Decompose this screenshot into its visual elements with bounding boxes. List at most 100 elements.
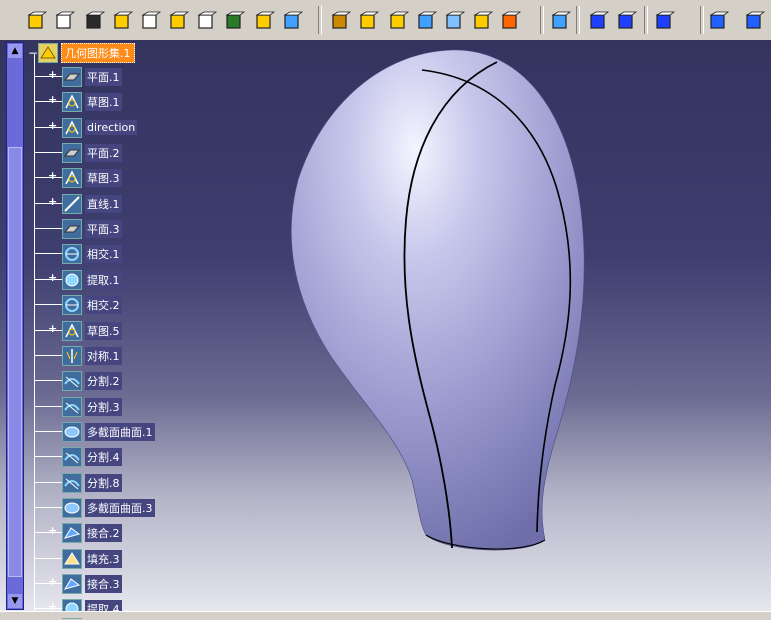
tree-node-label[interactable]: 分割.4 — [85, 448, 122, 467]
tree-node[interactable]: 分割.2 — [62, 370, 122, 392]
tree-node-label[interactable]: 对称.1 — [85, 346, 122, 365]
tree-node-label[interactable]: 提取.1 — [85, 270, 122, 289]
tree-node-label[interactable]: 平面.2 — [85, 144, 122, 163]
sweep-icon[interactable] — [166, 9, 190, 33]
expand-icon[interactable]: + — [48, 576, 57, 587]
tree-node[interactable]: 平面.1 — [62, 66, 122, 88]
tree-node[interactable]: 多截面曲面.3 — [62, 497, 155, 519]
expand-icon[interactable]: + — [48, 94, 57, 105]
tree-node-label[interactable]: 多截面曲面.3 — [85, 498, 155, 517]
tree-branch-line — [35, 228, 62, 230]
pattern-icon[interactable] — [470, 9, 494, 33]
cylinder-icon[interactable] — [82, 9, 106, 33]
split-icon — [62, 447, 82, 468]
tree-node[interactable]: 分割.4 — [62, 446, 122, 468]
tree-node[interactable]: 平面.3 — [62, 218, 122, 240]
tree-node[interactable]: direction — [62, 117, 138, 139]
point-icon[interactable] — [548, 9, 572, 33]
tree-node-label[interactable]: 接合.3 — [85, 575, 122, 593]
fillet-icon[interactable] — [442, 9, 466, 33]
fill-icon — [62, 548, 82, 569]
tree-node[interactable]: 分割.3 — [62, 396, 122, 418]
tree-node[interactable]: 草图.3 — [62, 167, 122, 189]
tree-node[interactable]: 接合.3 — [62, 573, 122, 595]
plane-icon — [62, 67, 82, 87]
tree-branch-line — [35, 354, 62, 356]
analysis-icon[interactable] — [586, 9, 610, 33]
extrude-icon[interactable] — [24, 9, 48, 33]
expand-icon[interactable]: + — [48, 601, 57, 612]
tree-node-label[interactable]: 分割.8 — [85, 473, 122, 492]
split-icon[interactable] — [328, 9, 352, 33]
scroll-thumb[interactable] — [8, 147, 22, 577]
offset-icon[interactable] — [52, 9, 76, 33]
trim-icon[interactable] — [356, 9, 380, 33]
grid-icon[interactable] — [652, 9, 676, 33]
split-icon — [62, 371, 82, 392]
tree-node[interactable]: 直线.1 — [62, 193, 122, 215]
sphere-icon[interactable] — [138, 9, 162, 33]
collapse-icon[interactable]: − — [28, 46, 38, 60]
tree-node[interactable]: 草图.5 — [62, 320, 122, 342]
tree-branch-line — [35, 152, 62, 154]
specification-tree: − 几何图形集.1 + 平面.1 + 草图.1 + direction 平面.2 + 草图.3 + 直线… — [26, 40, 186, 620]
tree-branch-line — [35, 304, 62, 306]
expand-icon[interactable]: + — [48, 170, 57, 181]
blend-icon[interactable] — [252, 9, 276, 33]
split-icon — [62, 472, 82, 493]
tree-node-label[interactable]: 草图.3 — [85, 169, 122, 188]
tree-node-label[interactable]: 草图.1 — [85, 93, 122, 112]
tree-node[interactable]: 相交.2 — [62, 294, 122, 316]
tree-node[interactable]: 对称.1 — [62, 345, 122, 367]
tree-node-label[interactable]: 平面.1 — [85, 68, 122, 86]
dot-icon[interactable] — [742, 9, 766, 33]
expand-icon[interactable]: + — [48, 323, 57, 334]
tree-node-label[interactable]: 多截面曲面.1 — [85, 422, 155, 441]
fill-icon[interactable] — [222, 9, 246, 33]
symmetry-icon — [62, 345, 82, 366]
tree-node-label[interactable]: 相交.1 — [85, 245, 122, 264]
tree-node-label[interactable]: 填充.3 — [85, 549, 122, 568]
tree-node-label[interactable]: 平面.3 — [85, 220, 122, 239]
multi-section-icon[interactable] — [194, 9, 218, 33]
tree-node[interactable]: 草图.1 — [62, 91, 122, 113]
tree-node-label[interactable]: 分割.3 — [85, 397, 122, 416]
boundary-icon[interactable] — [386, 9, 410, 33]
split-icon — [62, 396, 82, 417]
extract-icon[interactable] — [414, 9, 438, 33]
revolve-icon[interactable] — [110, 9, 134, 33]
scroll-up-arrow-icon[interactable]: ▲ — [8, 44, 22, 58]
tree-node[interactable]: 相交.1 — [62, 243, 122, 265]
tree-node[interactable]: 多截面曲面.1 — [62, 421, 155, 443]
toolbar-separator — [644, 6, 648, 34]
tree-root[interactable]: − 几何图形集.1 — [28, 42, 135, 64]
axis-system-icon[interactable] — [498, 9, 522, 33]
join-icon[interactable] — [280, 9, 304, 33]
expand-icon[interactable]: + — [48, 69, 57, 80]
tree-node[interactable]: 平面.2 — [62, 142, 122, 164]
expand-icon[interactable]: + — [48, 196, 57, 207]
tree-node[interactable]: 接合.2 — [62, 522, 122, 544]
multi-section-icon — [62, 421, 82, 442]
scroll-down-arrow-icon[interactable]: ▼ — [8, 594, 22, 608]
expand-icon[interactable]: + — [48, 525, 57, 536]
connect-checker-icon[interactable] — [614, 9, 638, 33]
tree-root-label[interactable]: 几何图形集.1 — [61, 43, 135, 63]
tree-node-label[interactable]: 分割.2 — [85, 372, 122, 391]
tree-node-label[interactable]: 接合.2 — [85, 524, 122, 543]
expand-icon[interactable]: + — [48, 120, 57, 131]
tree-node[interactable]: 提取.1 — [62, 269, 122, 291]
tree-node-label[interactable]: 直线.1 — [85, 194, 122, 213]
expand-icon[interactable]: + — [48, 272, 57, 283]
tree-node-label[interactable]: 相交.2 — [85, 296, 122, 315]
tree-node[interactable]: 填充.3 — [62, 548, 122, 570]
sketch-icon — [62, 168, 82, 189]
toolbar — [0, 0, 771, 41]
compass-icon[interactable] — [706, 9, 730, 33]
tree-node-label[interactable]: direction — [85, 120, 138, 136]
tree-scrollbar[interactable]: ▲ ▼ — [6, 42, 24, 610]
tree-node[interactable]: 分割.8 — [62, 472, 122, 494]
tree-node-label[interactable]: 草图.5 — [85, 321, 122, 340]
tree-branch-line — [35, 430, 62, 432]
extract-icon — [62, 269, 82, 290]
